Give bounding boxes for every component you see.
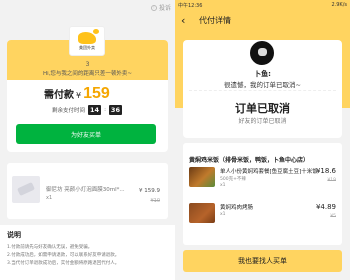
item-qty: x1 (220, 183, 226, 188)
divider (189, 90, 336, 91)
countdown: 剩余支付时间 14 : 36 (52, 105, 122, 115)
order-items-card: 黄焖鸡米饭（排骨米饭，鸭饭，卜鱼中心店） 单人小份黄焖鸡套餐[鱼豆腐土豆]十米饭… (183, 143, 342, 245)
shop-name[interactable]: 黄焖鸡米饭（排骨米饭，鸭饭，卜鱼中心店） (189, 155, 309, 164)
status-time: 中午12:36 (178, 2, 203, 9)
food-image (189, 167, 215, 187)
countdown-minutes: 36 (108, 105, 122, 115)
user-name: 卜鱼: (254, 70, 271, 78)
note-line: 3.当代付订单退款成功后，实付金额将原路退回代付人。 (7, 261, 120, 266)
status-network: 2.9K/s (331, 1, 347, 8)
kangaroo-icon (78, 28, 99, 44)
product-card[interactable]: 御尼坊 亮颜小灯泡面膜30ml*... ¥ 159.9 x1 ¥10 (7, 163, 168, 219)
item-qty: x1 (220, 212, 226, 217)
status-bar: 中午12:36 2.9K/s (175, 0, 350, 9)
item-old-price: ¥5 (330, 214, 336, 219)
left-screen: ! 投诉 美团外卖 3 Hi,您与我之间的距离只差一顿外卖~ 需付款 ¥ 159… (0, 0, 175, 280)
pay-amount: 159 (83, 85, 110, 102)
user-message: 很遗憾，我的订单已取消~ (224, 81, 301, 89)
product-price: ¥ 159.9 (139, 188, 160, 194)
pay-label: 需付款 (44, 90, 74, 101)
item-old-price: ¥19 (327, 178, 336, 183)
back-arrow-icon[interactable]: ‹ (181, 14, 185, 27)
page-title: 代付详情 (199, 16, 231, 25)
pay-for-friend-button[interactable]: 为好友买单 (16, 124, 156, 144)
order-status-subtitle: 好友的订单已取消 (238, 118, 287, 125)
countdown-hours: 14 (88, 105, 102, 115)
right-screen: 中午12:36 2.9K/s ‹ 代付详情 卜鱼: 很遗憾，我的订单已取消~ 订… (175, 0, 350, 280)
amount-row: 需付款 ¥ 159 (44, 85, 110, 103)
countdown-label: 剩余支付时间 (52, 108, 86, 114)
item-name: 单人小份黄焖鸡套餐[鱼豆腐土豆]十米饭 (220, 169, 318, 175)
product-old-price: ¥10 (150, 198, 160, 204)
product-qty: x1 (46, 195, 53, 201)
notes-section: 说明 1.付款前请先与好友确认无误，避免受骗。 2.付款成功后，如需申请退款，可… (0, 225, 175, 280)
food-image (189, 203, 215, 223)
payment-message: Hi,您与我之间的距离只差一顿外卖~ (42, 71, 133, 77)
sender-count: 3 (85, 61, 90, 68)
order-status-title: 订单已取消 (235, 102, 290, 115)
note-line: 1.付款前请先与好友确认无误，避免受骗。 (7, 245, 93, 250)
item-price: ¥4.89 (315, 203, 336, 211)
product-name: 御尼坊 亮颜小灯泡面膜30ml*... (46, 187, 125, 193)
list-item[interactable]: 单人小份黄焖鸡套餐[鱼豆腐土豆]十米饭 500克+不辣 x1 ¥18.6 ¥19 (189, 167, 339, 197)
meituan-logo: 美团外卖 (69, 26, 105, 56)
item-spec: 500克+不辣 (220, 177, 246, 182)
note-line: 2.付款成功后，如需申请退款，可以联系好友申请退款。 (7, 253, 120, 258)
find-someone-to-pay-button[interactable]: 我也要找人买单 (183, 250, 342, 272)
currency-symbol: ¥ (76, 91, 82, 100)
product-image (12, 176, 40, 203)
nav-bar: ‹ 代付详情 (175, 9, 350, 33)
complain-link[interactable]: ! 投诉 (150, 3, 171, 12)
notes-title: 说明 (7, 231, 21, 239)
item-price: ¥18.6 (315, 167, 336, 175)
avatar (249, 40, 275, 66)
item-name: 黄焖鸡肉烤肠 (220, 205, 254, 211)
list-item[interactable]: 黄焖鸡肉烤肠 x1 ¥4.89 ¥5 (189, 203, 339, 233)
warning-icon: ! (150, 4, 157, 11)
